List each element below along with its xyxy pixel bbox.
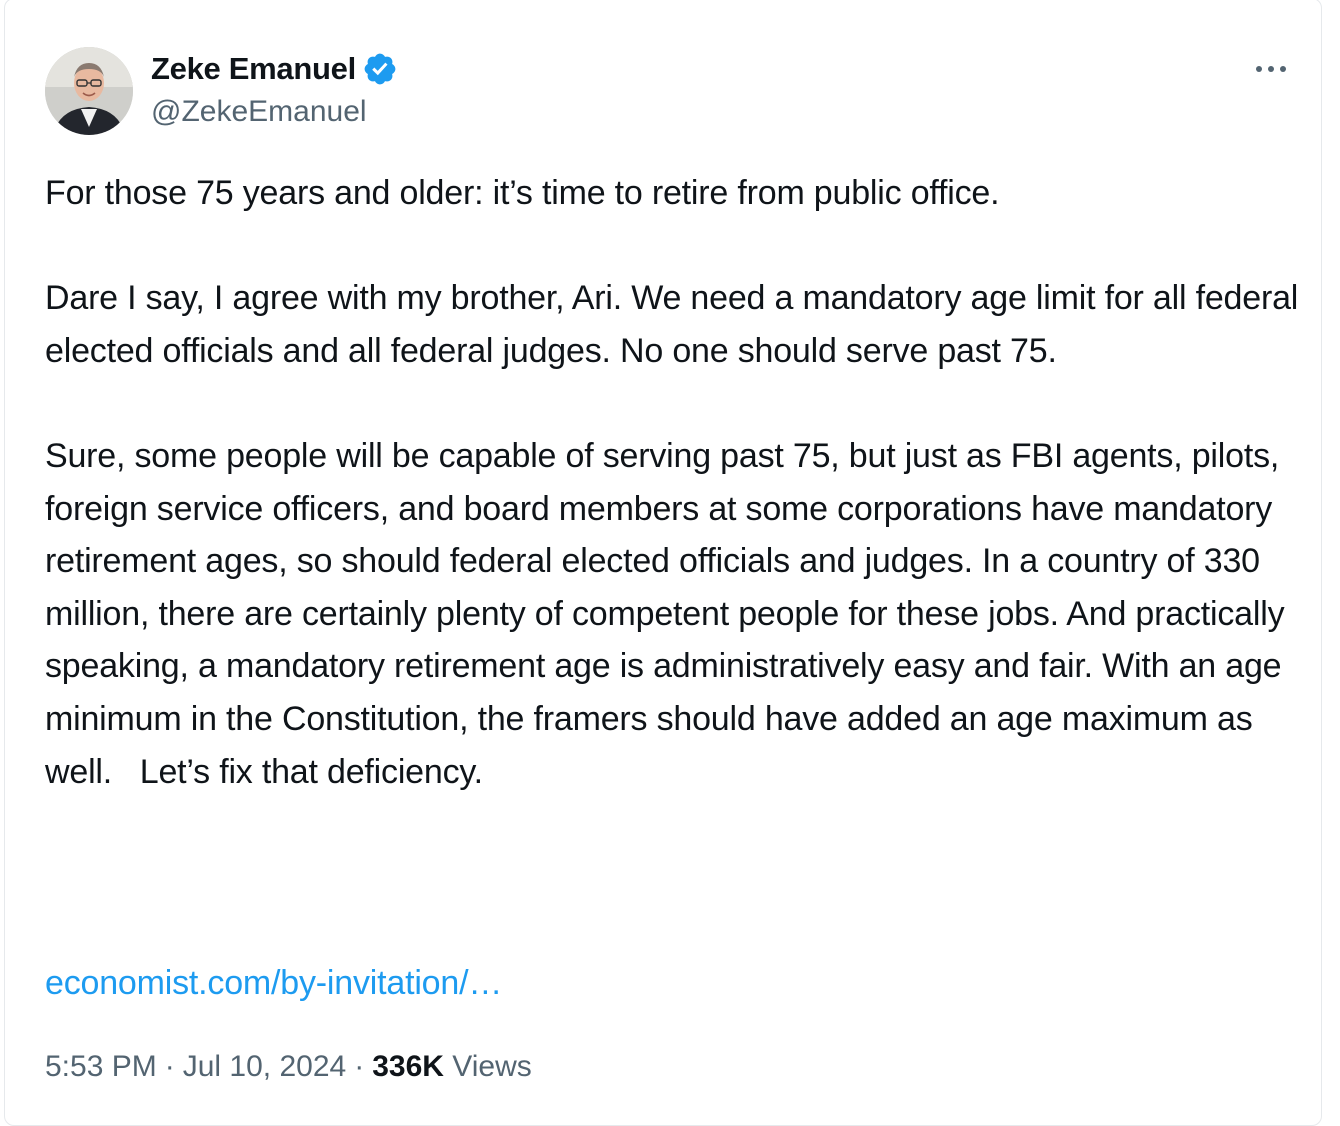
- tweet-paragraph-1: For those 75 years and older: it’s time …: [45, 174, 1000, 212]
- tweet-time[interactable]: 5:53 PM: [45, 1050, 157, 1083]
- meta-separator: ·: [354, 1050, 365, 1083]
- meta-separator: ·: [164, 1050, 175, 1083]
- more-options-icon: [1256, 66, 1286, 72]
- tweet-meta: 5:53 PM · Jul 10, 2024 · 336K Views: [45, 1047, 532, 1087]
- article-link[interactable]: economist.com/by-invitation/…: [45, 957, 502, 1009]
- tweet-date[interactable]: Jul 10, 2024: [183, 1050, 346, 1083]
- tweet-paragraph-3: Sure, some people will be capable of ser…: [45, 436, 1294, 791]
- avatar-image: [45, 47, 133, 135]
- verified-badge-icon: [364, 53, 396, 85]
- author-name[interactable]: Zeke Emanuel: [151, 51, 356, 87]
- avatar[interactable]: [45, 47, 133, 135]
- tweet-card: Zeke Emanuel @ZekeEmanuel For those 75 y…: [4, 0, 1322, 1126]
- more-options-button[interactable]: [1245, 51, 1297, 87]
- tweet-text: For those 75 years and older: it’s time …: [45, 167, 1307, 798]
- tweet-paragraph-2: Dare I say, I agree with my brother, Ari…: [45, 279, 1308, 370]
- author-handle[interactable]: @ZekeEmanuel: [151, 95, 367, 129]
- views-label: Views: [452, 1050, 532, 1083]
- author-name-row[interactable]: Zeke Emanuel: [151, 49, 398, 89]
- views-count[interactable]: 336K: [372, 1050, 444, 1083]
